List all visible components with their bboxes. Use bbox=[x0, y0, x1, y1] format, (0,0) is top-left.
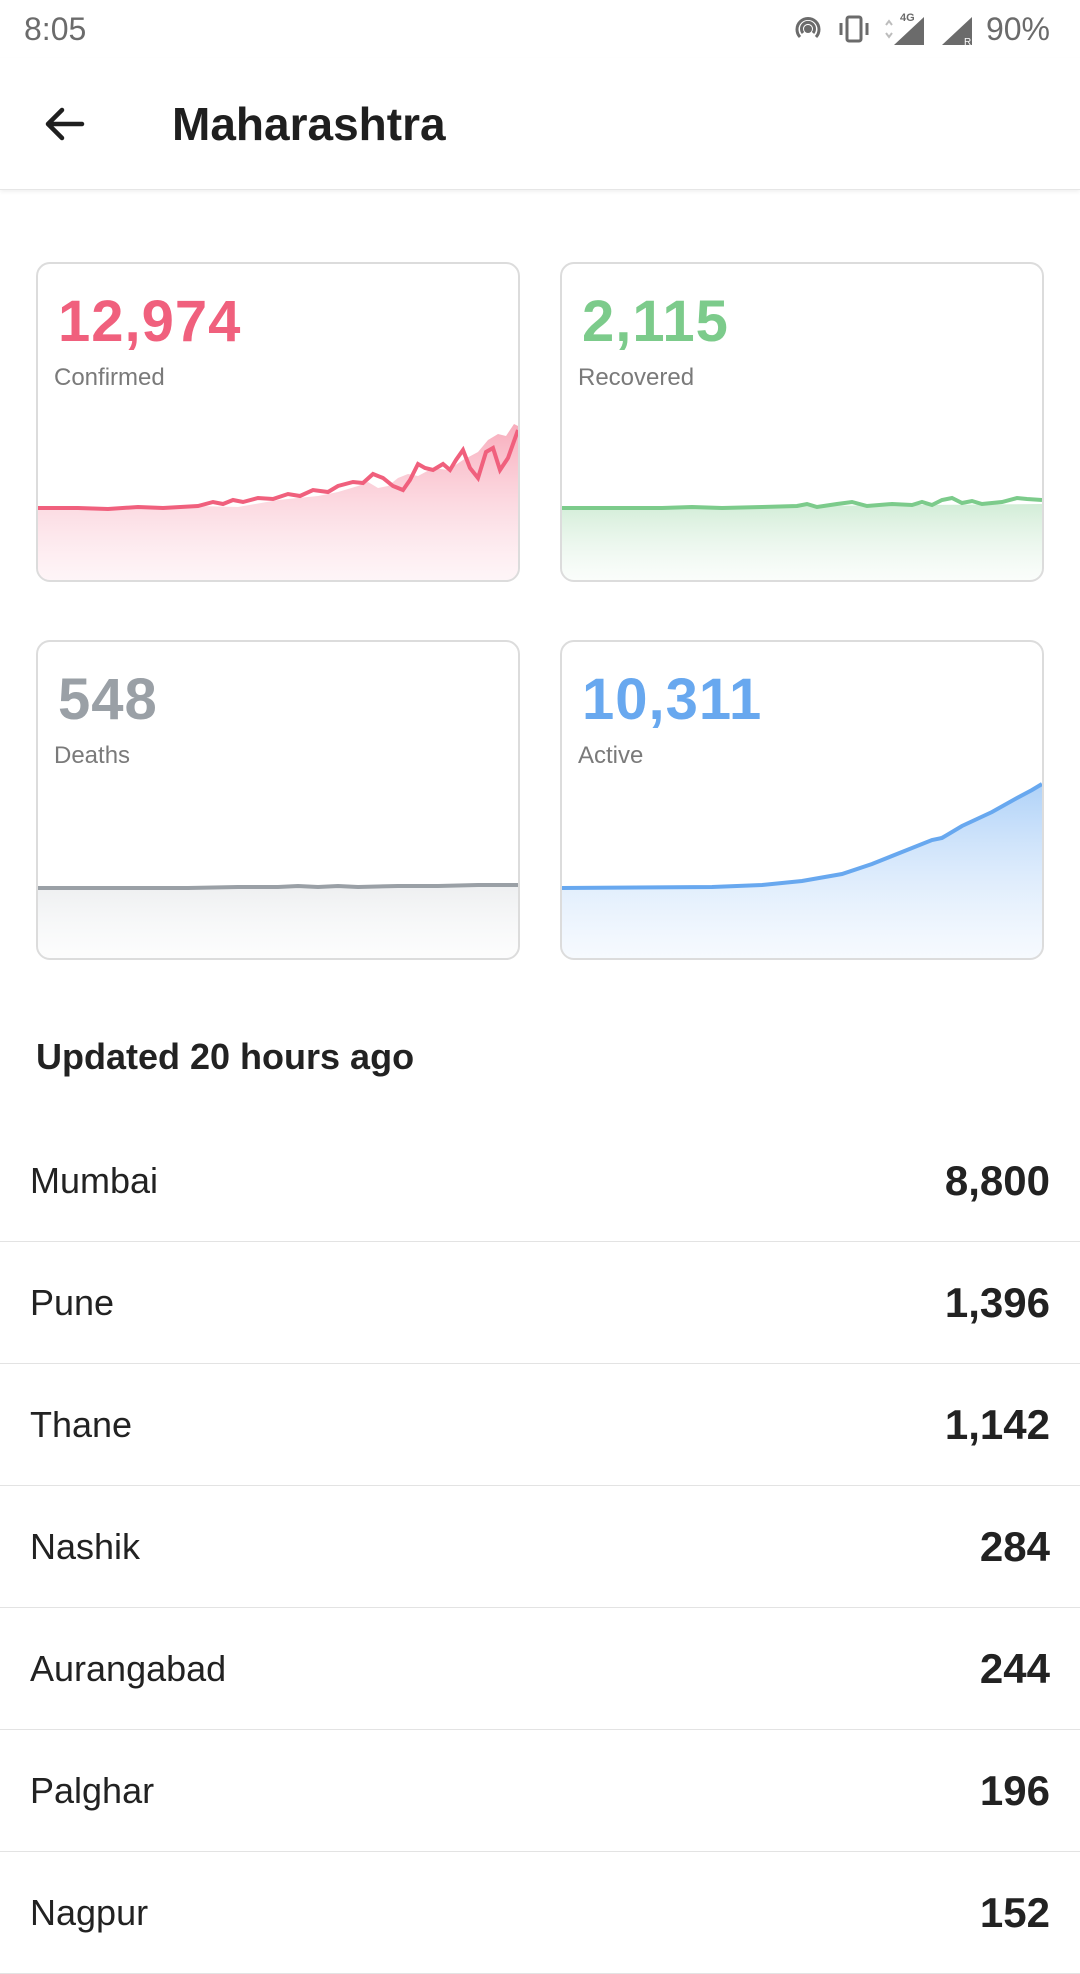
deaths-value: 548 bbox=[58, 667, 158, 732]
confirmed-sparkline bbox=[38, 424, 518, 580]
district-row-palghar[interactable]: Palghar 196 bbox=[0, 1730, 1080, 1852]
district-name: Palghar bbox=[30, 1769, 155, 1811]
district-row-nashik[interactable]: Nashik 284 bbox=[0, 1486, 1080, 1608]
hotspot-icon bbox=[790, 11, 826, 47]
deaths-card[interactable]: 548 Deaths bbox=[36, 640, 520, 960]
district-row-pune[interactable]: Pune 1,396 bbox=[0, 1242, 1080, 1364]
status-icons: 4G R 90% bbox=[790, 11, 1050, 48]
back-button[interactable] bbox=[32, 92, 96, 156]
stats-cards: 12,974 Confirmed 2,115 Recovered 548 Dea… bbox=[36, 262, 1044, 960]
signal-roaming-icon: R bbox=[940, 11, 976, 47]
page-title: Maharashtra bbox=[172, 97, 446, 150]
district-row-nagpur[interactable]: Nagpur 152 bbox=[0, 1852, 1080, 1974]
district-count: 244 bbox=[979, 1644, 1050, 1692]
recovered-sparkline bbox=[562, 495, 1042, 580]
updated-text: Updated 20 hours ago bbox=[36, 1036, 415, 1077]
active-sparkline bbox=[562, 782, 1042, 958]
district-count: 196 bbox=[979, 1766, 1050, 1814]
svg-text:4G: 4G bbox=[900, 12, 915, 24]
district-name: Nashik bbox=[30, 1525, 141, 1567]
svg-text:R: R bbox=[964, 37, 971, 47]
district-name: Thane bbox=[30, 1403, 133, 1445]
district-row-thane[interactable]: Thane 1,142 bbox=[0, 1364, 1080, 1486]
district-list: Mumbai 8,800 Pune 1,396 Thane 1,142 Nash… bbox=[0, 1120, 1080, 1974]
battery-percentage: 90% bbox=[985, 10, 1050, 47]
status-bar: 8:05 4G R 90% bbox=[0, 0, 1080, 58]
district-count: 284 bbox=[979, 1522, 1050, 1570]
district-count: 152 bbox=[979, 1888, 1050, 1936]
vibrate-icon bbox=[836, 11, 872, 47]
district-row-mumbai[interactable]: Mumbai 8,800 bbox=[0, 1120, 1080, 1242]
district-row-aurangabad[interactable]: Aurangabad 244 bbox=[0, 1608, 1080, 1730]
recovered-card[interactable]: 2,115 Recovered bbox=[560, 262, 1044, 582]
arrow-left-icon bbox=[45, 107, 85, 140]
district-name: Mumbai bbox=[30, 1159, 159, 1201]
active-card[interactable]: 10,311 Active bbox=[560, 640, 1044, 960]
confirmed-card[interactable]: 12,974 Confirmed bbox=[36, 262, 520, 582]
district-count: 8,800 bbox=[944, 1156, 1050, 1204]
district-name: Nagpur bbox=[30, 1891, 149, 1933]
district-name: Aurangabad bbox=[30, 1647, 227, 1689]
status-time: 8:05 bbox=[24, 10, 87, 47]
confirmed-value: 12,974 bbox=[58, 289, 242, 354]
district-name: Pune bbox=[30, 1281, 115, 1323]
district-count: 1,396 bbox=[944, 1278, 1050, 1326]
district-count: 1,142 bbox=[944, 1400, 1050, 1448]
deaths-sparkline bbox=[38, 883, 518, 958]
active-value: 10,311 bbox=[582, 667, 763, 732]
app-bar: Maharashtra bbox=[0, 58, 1080, 190]
signal-4g-icon: 4G bbox=[882, 11, 930, 47]
recovered-value: 2,115 bbox=[582, 289, 729, 354]
